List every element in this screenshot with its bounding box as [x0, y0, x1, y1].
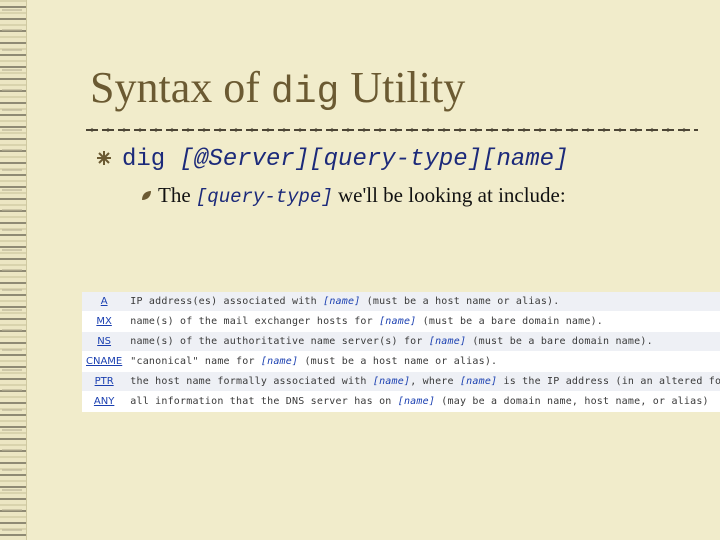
title-suffix: Utility: [339, 63, 466, 112]
query-type-description: the host name formally associated with […: [126, 371, 720, 392]
name-placeholder: [name]: [323, 296, 361, 307]
query-type-row: ANY all information that the DNS server h…: [82, 391, 720, 412]
description-text: (may be a domain name, host name, or ali…: [435, 396, 709, 407]
description-text: the host name formally associated with: [130, 376, 373, 387]
name-placeholder: [name]: [459, 376, 498, 387]
star-bullet-icon: [97, 151, 111, 165]
query-type-row: NS name(s) of the authoritative name serv…: [82, 331, 720, 352]
dig-syntax-line: dig [@Server][query-type][name]: [122, 146, 568, 173]
description-text: IP address(es) associated with: [130, 296, 324, 307]
description-text: all information that the DNS server has …: [130, 396, 398, 407]
dig-arguments: [@Server][query-type][name]: [179, 146, 569, 173]
query-type-row: MX name(s) of the mail exchanger hosts fo…: [82, 311, 720, 332]
name-placeholder: [name]: [372, 376, 411, 387]
description-text: (must be a host name or alias).: [360, 296, 560, 307]
query-type-description: all information that the DNS server has …: [126, 391, 720, 412]
query-type-description: name(s) of the authoritative name server…: [126, 331, 720, 352]
description-text: name(s) of the mail exchanger hosts for: [130, 316, 380, 327]
query-type-code-link[interactable]: ANY: [82, 391, 127, 412]
query-type-description: "canonical" name for [name] (must be a h…: [126, 351, 720, 372]
description-text: (must be a host name or alias).: [298, 356, 498, 367]
description-text: is the IP address (in an altered form).: [503, 376, 720, 387]
intro-suffix: we'll be looking at include:: [332, 183, 566, 207]
query-type-code-link[interactable]: A: [82, 292, 127, 312]
query-type-code-link[interactable]: CNAME: [82, 351, 127, 372]
dig-command: dig: [122, 146, 180, 173]
name-placeholder: [name]: [397, 396, 436, 407]
leaf-bullet-icon: [142, 191, 151, 200]
intro-prefix: The: [158, 183, 196, 207]
query-type-table: A IP address(es) associated with [name] (…: [82, 292, 720, 412]
name-placeholder: [name]: [428, 336, 467, 347]
query-type-description: name(s) of the mail exchanger hosts for …: [126, 311, 720, 332]
description-text: name(s) of the authoritative name server…: [130, 336, 429, 347]
query-type-code-link[interactable]: MX: [82, 311, 127, 332]
name-placeholder: [name]: [260, 356, 299, 367]
spiral-binding: [0, 0, 27, 540]
title-code: dig: [270, 71, 340, 114]
query-type-intro: The [query-type] we'll be looking at inc…: [158, 183, 566, 208]
description-text: (must be a bare domain name).: [466, 336, 653, 347]
query-type-description: IP address(es) associated with [name] (m…: [126, 292, 720, 312]
slide-title: Syntax of dig Utility: [90, 62, 465, 114]
query-type-code-link[interactable]: NS: [82, 331, 127, 352]
description-text: , where: [410, 376, 460, 387]
query-type-code-link[interactable]: PTR: [82, 371, 127, 392]
query-type-row: CNAME "canonical" name for [name] (must b…: [82, 351, 720, 372]
spiral-rings: [2, 0, 22, 540]
intro-code: [query-type]: [195, 186, 333, 208]
name-placeholder: [name]: [379, 316, 417, 327]
query-type-row: A IP address(es) associated with [name] (…: [82, 292, 720, 312]
title-divider: [86, 129, 698, 131]
title-prefix: Syntax of: [90, 63, 271, 112]
description-text: (must be a bare domain name).: [416, 316, 604, 327]
query-type-row: PTR the host name formally associated wit…: [82, 371, 720, 392]
description-text: "canonical" name for: [130, 356, 261, 367]
